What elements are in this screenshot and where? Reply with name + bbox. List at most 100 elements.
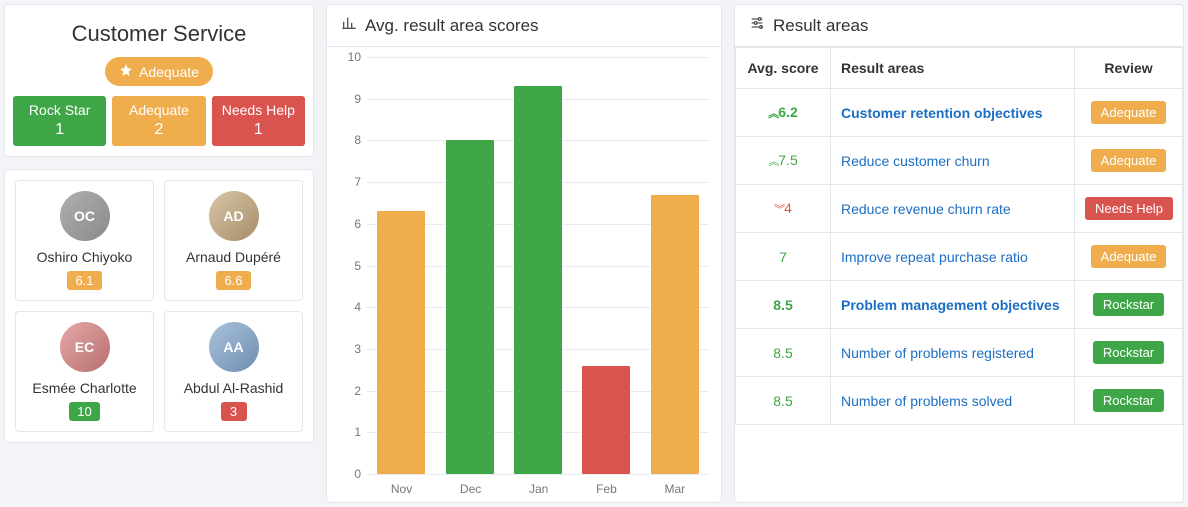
avatar: EC [60,322,110,372]
score-cell: ︽7.5 [736,137,831,185]
score-value: 8.5 [773,297,792,313]
person-score-badge: 3 [221,402,247,421]
chart-header: Avg. result area scores [327,5,721,47]
review-cell: Rockstar [1075,281,1183,329]
trend-down-icon: ︾ [774,204,782,216]
chart-bar[interactable] [446,140,494,474]
result-area-link[interactable]: Number of problems registered [841,345,1034,361]
table-row: ︾4 Reduce revenue churn rate Needs Help [736,185,1183,233]
kpi-green[interactable]: Rock Star1 [13,96,106,146]
page-title: Customer Service [13,13,305,57]
trend-up-icon: ︽ [768,156,776,168]
chart-bar[interactable] [514,86,562,474]
th-review: Review [1075,48,1183,89]
score-cell: ︾4 [736,185,831,233]
person-name: Abdul Al-Rashid [173,380,294,396]
table-row: 7 Improve repeat purchase ratio Adequate [736,233,1183,281]
x-axis-label: Dec [460,482,481,496]
review-tag[interactable]: Rockstar [1093,341,1164,364]
result-areas-title: Result areas [773,16,868,36]
score-cell: 8.5 [736,281,831,329]
chart-bar[interactable] [582,366,630,474]
review-tag[interactable]: Rockstar [1093,389,1164,412]
score-value: 8.5 [773,393,792,409]
area-cell: Customer retention objectives [831,89,1075,137]
area-cell: Reduce customer churn [831,137,1075,185]
area-cell: Number of problems registered [831,329,1075,377]
review-cell: Adequate [1075,233,1183,281]
result-area-link[interactable]: Reduce revenue churn rate [841,201,1011,217]
score-value: 7 [779,249,787,265]
table-row: 8.5 Number of problems registered Rockstar [736,329,1183,377]
th-area: Result areas [831,48,1075,89]
area-cell: Number of problems solved [831,377,1075,425]
customer-service-panel: Customer Service Adequate Rock Star1Adeq… [4,4,314,157]
result-areas-header: Result areas [735,5,1183,47]
score-cell: 8.5 [736,377,831,425]
x-axis-label: Jan [529,482,548,496]
person-name: Esmée Charlotte [24,380,145,396]
kpi-label: Adequate [116,102,201,120]
people-panel: OCOshiro Chiyoko6.1ADArnaud Dupéré6.6ECE… [4,169,314,443]
kpi-count: 2 [116,120,201,140]
y-axis-label: 0 [327,467,361,481]
score-cell: 7 [736,233,831,281]
score-cell: 8.5 [736,329,831,377]
status-pill[interactable]: Adequate [105,57,213,86]
table-row: 8.5 Problem management objectives Rockstar [736,281,1183,329]
avatar: AD [209,191,259,241]
person-card[interactable]: OCOshiro Chiyoko6.1 [15,180,154,301]
y-axis-label: 3 [327,342,361,356]
result-areas-table: Avg. score Result areas Review ︽6.2Custo… [735,47,1183,425]
person-card[interactable]: EC Esmée Charlotte 10 [15,311,154,432]
person-card[interactable]: AD Arnaud Dupéré 6.6 [164,180,303,301]
score-value: 7.5 [778,152,797,168]
result-areas-panel: Result areas Avg. score Result areas Rev… [734,4,1184,503]
avatar: AA [209,322,259,372]
sliders-icon [749,15,765,36]
bar-chart-icon [341,15,357,36]
x-axis-label: Mar [664,482,685,496]
score-cell: ︽6.2 [736,89,831,137]
kpi-red[interactable]: Needs Help1 [212,96,305,146]
area-cell: Reduce revenue churn rate [831,185,1075,233]
kpi-label: Rock Star [17,102,102,120]
table-row: ︽7.5 Reduce customer churn Adequate [736,137,1183,185]
kpi-count: 1 [17,120,102,140]
person-score-badge: 10 [69,402,99,421]
y-axis-label: 1 [327,425,361,439]
review-tag[interactable]: Adequate [1091,245,1167,268]
person-name: Arnaud Dupéré [173,249,294,265]
result-area-link[interactable]: Number of problems solved [841,393,1012,409]
result-area-link[interactable]: Reduce customer churn [841,153,990,169]
score-value: 6.2 [778,104,797,120]
x-axis-label: Feb [596,482,617,496]
y-axis-label: 2 [327,384,361,398]
chart-panel: Avg. result area scores NovDecJanFebMar … [326,4,722,503]
result-area-link[interactable]: Customer retention objectives [841,105,1043,121]
review-tag[interactable]: Adequate [1091,149,1167,172]
review-tag[interactable]: Rockstar [1093,293,1164,316]
table-row: 8.5 Number of problems solved Rockstar [736,377,1183,425]
chart-bar[interactable] [651,195,699,474]
person-card[interactable]: AA Abdul Al-Rashid 3 [164,311,303,432]
star-icon [119,63,133,80]
y-axis-label: 4 [327,300,361,314]
review-tag[interactable]: Adequate [1091,101,1167,124]
chart-bar[interactable] [377,211,425,474]
area-cell: Problem management objectives [831,281,1075,329]
score-value: 4 [784,200,792,216]
result-area-link[interactable]: Problem management objectives [841,297,1060,313]
result-area-link[interactable]: Improve repeat purchase ratio [841,249,1028,265]
table-row: ︽6.2 Customer retention objectives Adequat… [736,89,1183,137]
review-cell: Needs Help [1075,185,1183,233]
chart-title: Avg. result area scores [365,16,539,36]
kpi-orange[interactable]: Adequate2 [112,96,205,146]
status-pill-label: Adequate [139,64,199,80]
y-axis-label: 10 [327,50,361,64]
kpi-label: Needs Help [216,102,301,120]
review-cell: Rockstar [1075,377,1183,425]
review-tag[interactable]: Needs Help [1085,197,1173,220]
person-score-badge: 6.6 [216,271,250,290]
review-cell: Adequate [1075,89,1183,137]
